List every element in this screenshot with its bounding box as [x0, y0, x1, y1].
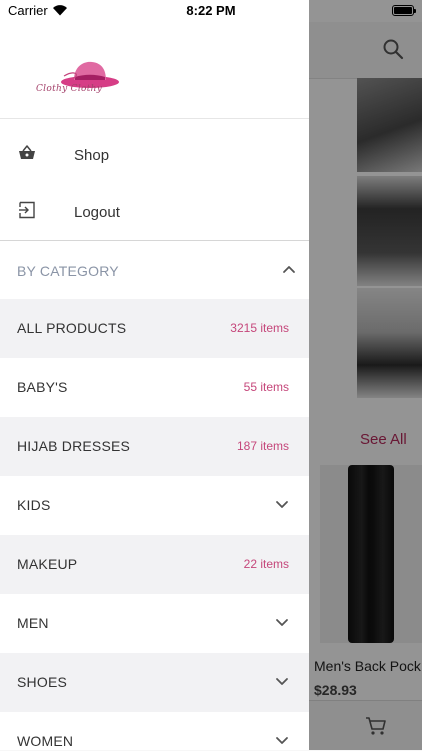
- category-name: ALL PRODUCTS: [17, 320, 127, 336]
- category-row-shoes[interactable]: SHOES: [0, 653, 309, 712]
- side-drawer: Clothy Clothy Shop Logout BY CATEGORY AL…: [0, 0, 309, 750]
- basket-icon: [19, 145, 35, 159]
- logout-icon: [19, 201, 35, 219]
- category-count: 3215 items: [230, 321, 289, 335]
- divider: [0, 118, 309, 119]
- status-bar: Carrier 8:22 PM: [0, 0, 422, 22]
- category-name: BABY'S: [17, 379, 68, 395]
- status-time: 8:22 PM: [186, 3, 236, 18]
- chevron-down-icon[interactable]: [275, 500, 289, 510]
- category-section-header[interactable]: BY CATEGORY: [0, 242, 309, 298]
- category-row-women[interactable]: WOMEN: [0, 712, 309, 750]
- category-count: 55 items: [243, 380, 289, 394]
- category-name: HIJAB DRESSES: [17, 438, 131, 454]
- category-row-hijab-dresses[interactable]: HIJAB DRESSES 187 items: [0, 417, 309, 476]
- menu-label-logout: Logout: [74, 204, 120, 221]
- menu-label-shop: Shop: [74, 147, 110, 164]
- chevron-up-icon[interactable]: [282, 264, 296, 274]
- menu-item-logout[interactable]: Logout: [0, 184, 309, 240]
- category-row-babys[interactable]: BABY'S 55 items: [0, 358, 309, 417]
- category-count: 187 items: [236, 439, 289, 453]
- category-name: MEN: [17, 615, 49, 631]
- category-row-kids[interactable]: KIDS: [0, 476, 309, 535]
- brand-logo-text: Clothy Clothy: [36, 84, 103, 94]
- category-row-makeup[interactable]: MAKEUP 22 items: [0, 535, 309, 594]
- brand-logo: Clothy Clothy: [34, 58, 124, 104]
- category-name: MAKEUP: [17, 556, 78, 572]
- divider: [0, 240, 309, 241]
- category-name: SHOES: [17, 674, 68, 690]
- menu-item-shop[interactable]: Shop: [0, 127, 309, 183]
- category-name: WOMEN: [17, 733, 74, 749]
- chevron-down-icon[interactable]: [275, 677, 289, 687]
- category-header-label: BY CATEGORY: [17, 263, 119, 279]
- category-row-all-products[interactable]: ALL PRODUCTS 3215 items: [0, 299, 309, 358]
- category-name: KIDS: [17, 497, 51, 513]
- battery-icon: [392, 5, 416, 16]
- chevron-down-icon[interactable]: [275, 736, 289, 746]
- chevron-down-icon[interactable]: [275, 618, 289, 628]
- category-count: 22 items: [243, 557, 289, 571]
- category-row-men[interactable]: MEN: [0, 594, 309, 653]
